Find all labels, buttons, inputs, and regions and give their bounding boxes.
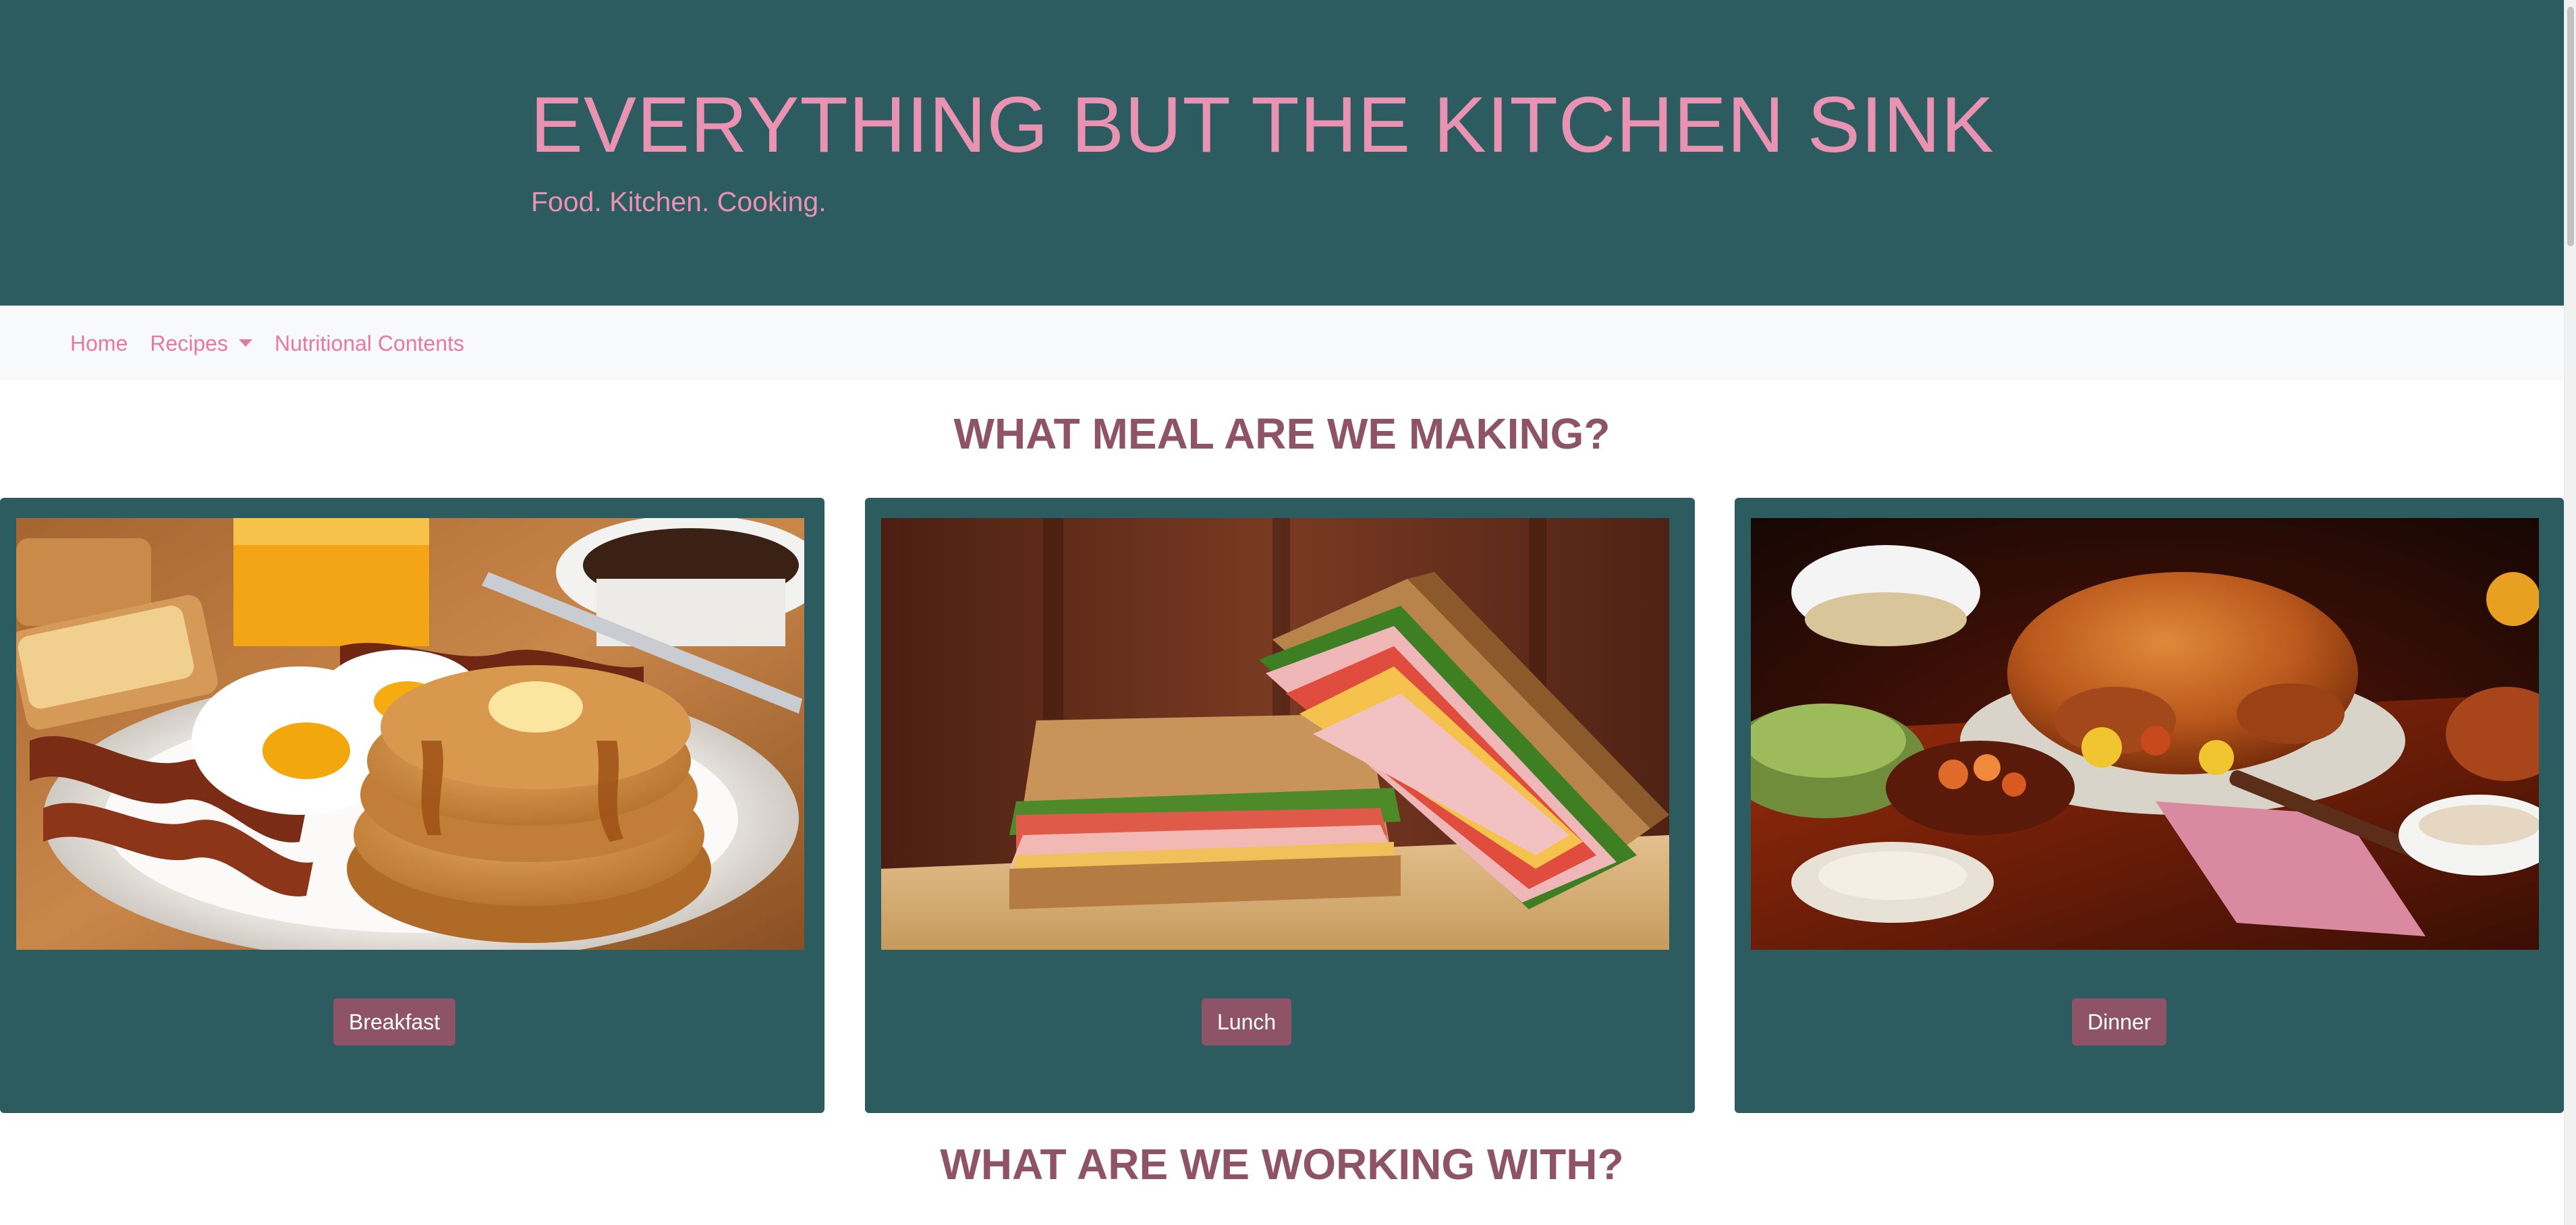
meal-card-breakfast: Breakfast [0,498,824,1113]
scrollbar-thumb[interactable] [2567,7,2574,246]
caret-down-icon [238,339,252,347]
nav-link-recipes-label: Recipes [150,331,228,355]
nav-link-home-label: Home [70,331,128,355]
lunch-button[interactable]: Lunch [1202,998,1292,1046]
nav-dropdown-recipes[interactable]: Recipes [150,330,252,357]
ingredients-section-heading: WHAT ARE WE WORKING WITH? [940,1140,1624,1189]
nav-link-nutritional-label: Nutritional Contents [274,331,464,355]
meal-card-dinner: Dinner [1735,498,2564,1113]
meals-section-heading: WHAT MEAL ARE WE MAKING? [953,409,1611,458]
page: EVERYTHING BUT THE KITCHEN SINK Food. Ki… [0,0,2564,1225]
breakfast-button[interactable]: Breakfast [333,998,456,1046]
roast-turkey-dinner-photo [1751,518,2539,950]
nav-link-nutritional-contents[interactable]: Nutritional Contents [275,330,464,357]
main-navbar: Home Recipes Nutritional Contents [0,306,2564,380]
site-header: EVERYTHING BUT THE KITCHEN SINK Food. Ki… [0,0,2564,306]
meal-card-lunch: Lunch [865,498,1695,1113]
site-tagline: Food. Kitchen. Cooking. [531,186,827,217]
nav-link-home[interactable]: Home [70,330,128,357]
breakfast-photo [16,518,804,950]
dinner-button[interactable]: Dinner [2072,998,2167,1046]
vertical-scrollbar[interactable] [2564,0,2576,1225]
site-title: EVERYTHING BUT THE KITCHEN SINK [530,80,1994,169]
sandwich-photo [881,518,1669,950]
